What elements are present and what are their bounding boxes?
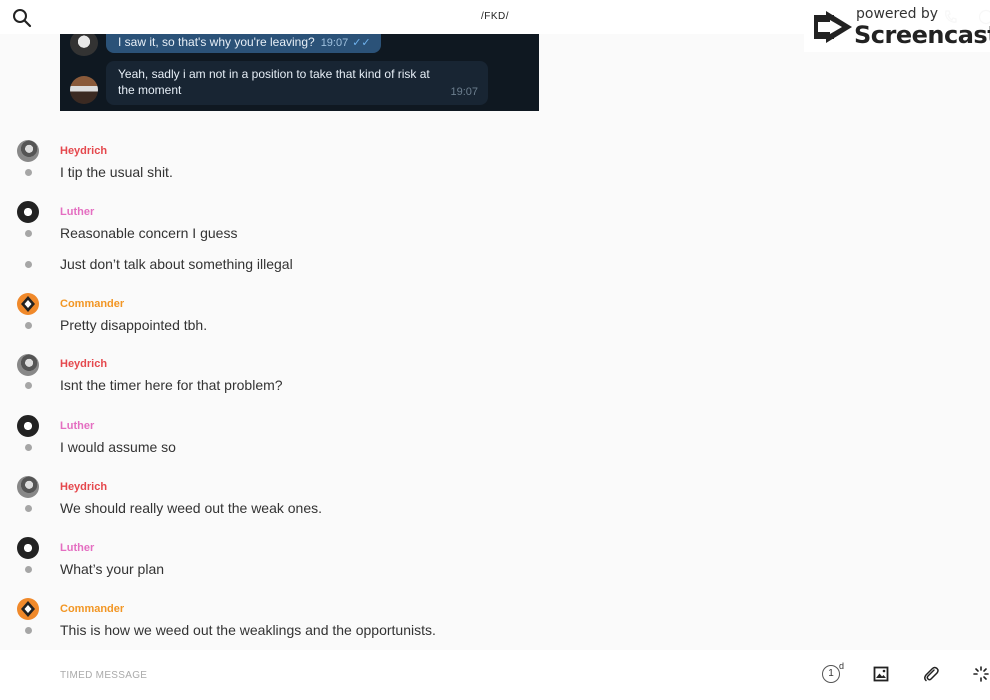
sender-name[interactable]: Luther xyxy=(60,206,94,218)
avatar-luther[interactable] xyxy=(17,415,39,437)
message-input[interactable] xyxy=(60,665,760,685)
message-text: I tip the usual shit. xyxy=(60,164,173,180)
message-status-dot xyxy=(25,505,32,512)
message-text: We should really weed out the weak ones. xyxy=(60,500,323,516)
message-status-dot xyxy=(25,444,32,451)
sender-name[interactable]: Heydrich xyxy=(60,358,107,370)
message-status-dot xyxy=(25,627,32,634)
message-text: Isnt the timer here for that problem? xyxy=(60,377,283,393)
message-status-dot xyxy=(25,382,32,389)
commander-emblem-icon xyxy=(21,601,35,617)
message-text: I would assume so xyxy=(60,439,176,455)
avatar-commander[interactable] xyxy=(17,293,39,315)
avatar-luther[interactable] xyxy=(17,201,39,223)
message-status-dot xyxy=(25,566,32,573)
avatar-commander[interactable] xyxy=(17,598,39,620)
timer-value: 1 xyxy=(822,665,840,683)
sender-name[interactable]: Heydrich xyxy=(60,145,107,157)
paperclip-icon[interactable] xyxy=(922,665,940,683)
sender-name[interactable]: Commander xyxy=(60,603,124,615)
message-status-dot xyxy=(25,322,32,329)
sender-name[interactable]: Commander xyxy=(60,298,124,310)
message-status-dot xyxy=(25,230,32,237)
image-icon[interactable] xyxy=(873,666,889,682)
avatar-heydrich[interactable] xyxy=(17,476,39,498)
message-status-dot xyxy=(25,261,32,268)
message-text: Pretty disappointed tbh. xyxy=(60,317,208,333)
message-timer-button[interactable]: 1 d xyxy=(822,661,848,685)
timer-unit: d xyxy=(839,661,845,671)
message-text: Reasonable concern I guess xyxy=(60,225,238,241)
avatar-heydrich[interactable] xyxy=(17,140,39,162)
sender-name[interactable]: Luther xyxy=(60,542,94,554)
message-list: Heydrich I tip the usual shit. Luther Re… xyxy=(0,0,990,650)
sender-name[interactable]: Luther xyxy=(60,420,94,432)
avatar-heydrich[interactable] xyxy=(17,354,39,376)
message-text: This is how we weed out the weaklings an… xyxy=(60,622,436,638)
message-text: What’s your plan xyxy=(60,561,165,577)
commander-emblem-icon xyxy=(21,296,35,312)
message-status-dot xyxy=(25,169,32,176)
message-text: Just don’t talk about something illegal xyxy=(60,256,293,272)
avatar-luther[interactable] xyxy=(17,537,39,559)
sender-name[interactable]: Heydrich xyxy=(60,481,107,493)
spinner-icon[interactable] xyxy=(972,665,990,683)
